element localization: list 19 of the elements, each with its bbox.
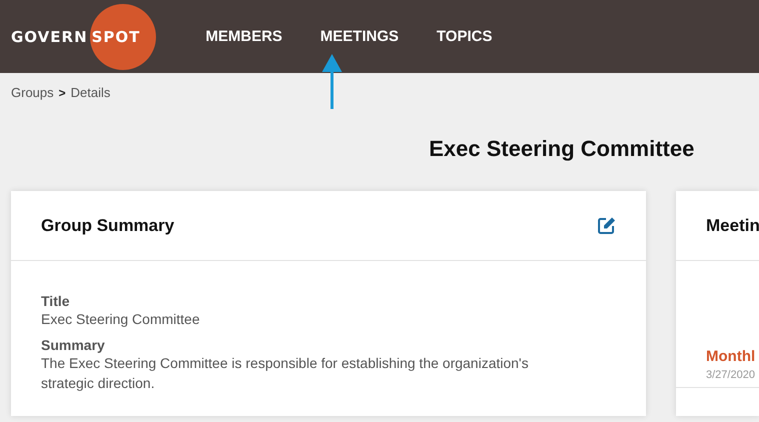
field-value: Exec Steering Committee <box>41 310 201 329</box>
page-title: Exec Steering Committee <box>429 136 696 162</box>
meeting-date: 3/27/2020 <box>706 369 756 381</box>
card-title: Group Summary <box>41 216 174 236</box>
field-label: Summary <box>41 337 106 353</box>
nav-link[interactable]: MEMBERS <box>206 28 282 45</box>
meeting-name[interactable]: Monthl <box>706 348 759 365</box>
field-label: Title <box>41 293 71 309</box>
logo-text: GOVERN <box>11 28 88 46</box>
breadcrumb-link[interactable]: Details <box>70 85 110 100</box>
breadcrumb-separator: > <box>58 86 66 100</box>
arrow-drawing <box>322 54 342 109</box>
breadcrumb-link[interactable]: Groups <box>11 85 54 100</box>
logo-circle: SPOT <box>90 4 156 70</box>
card-title: Meetin <box>706 216 759 236</box>
nav-link[interactable]: MEETINGS <box>320 28 399 45</box>
field-value: The Exec Steering Committee is responsible for establishing the organization's strategic direction. <box>41 354 530 393</box>
nav-link[interactable]: TOPICS <box>436 28 492 45</box>
edit-icon[interactable] <box>598 217 616 234</box>
